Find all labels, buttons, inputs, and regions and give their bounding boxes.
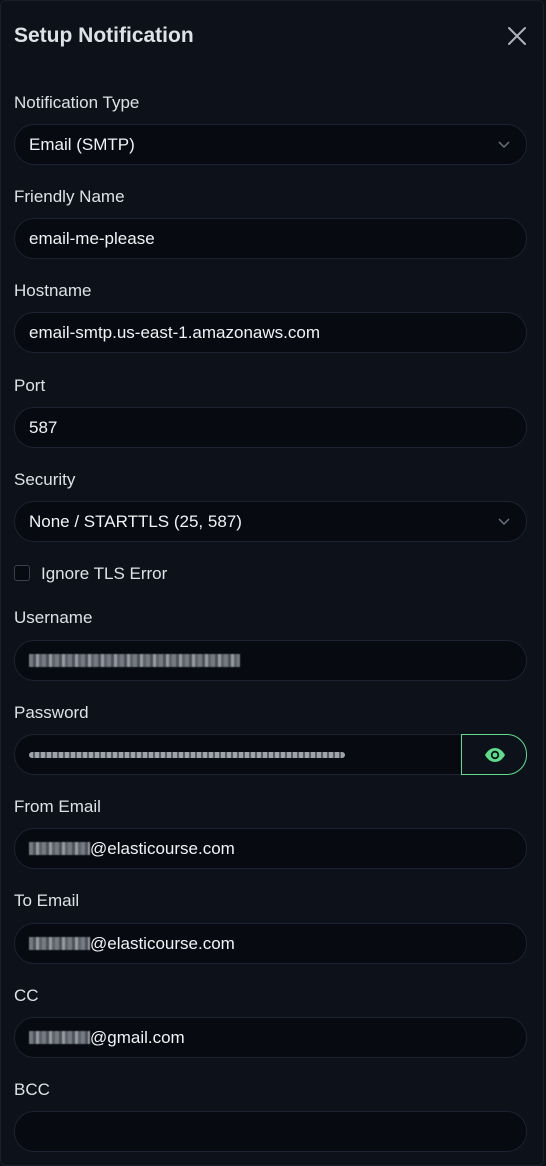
hostname-label: Hostname: [14, 281, 92, 300]
chevron-down-icon: [498, 141, 510, 149]
dialog-title: Setup Notification: [14, 24, 194, 47]
to-email-label: To Email: [14, 891, 80, 910]
cc-label: CC: [14, 986, 39, 1005]
chevron-down-icon: [498, 518, 510, 526]
username-label: Username: [14, 608, 93, 627]
hostname-input[interactable]: email-smtp.us-east-1.amazonaws.com: [14, 312, 527, 353]
password-label: Password: [14, 703, 89, 722]
friendly-name-input[interactable]: email-me-please: [14, 218, 527, 259]
notification-type-label: Notification Type: [14, 93, 140, 112]
show-password-button[interactable]: [461, 734, 527, 775]
bcc-label: BCC: [14, 1080, 50, 1099]
friendly-name-value: email-me-please: [29, 229, 155, 248]
ignore-tls-checkbox[interactable]: [14, 565, 30, 581]
hostname-value: email-smtp.us-east-1.amazonaws.com: [29, 323, 320, 342]
to-email-domain: @elasticourse.com: [90, 934, 235, 953]
eye-icon: [485, 748, 505, 762]
port-input[interactable]: 587: [14, 407, 527, 448]
from-email-label: From Email: [14, 797, 101, 816]
to-email-input[interactable]: @elasticourse.com: [14, 923, 527, 964]
port-label: Port: [14, 376, 46, 395]
close-icon[interactable]: [506, 25, 528, 47]
redacted-email-local-part: [29, 936, 90, 950]
security-value: None / STARTTLS (25, 587): [29, 512, 242, 531]
notification-type-select[interactable]: Email (SMTP): [14, 124, 527, 165]
security-label: Security: [14, 470, 76, 489]
password-input[interactable]: [14, 734, 462, 775]
security-select[interactable]: None / STARTTLS (25, 587): [14, 501, 527, 542]
cc-domain: @gmail.com: [90, 1028, 185, 1047]
notification-type-value: Email (SMTP): [29, 135, 135, 154]
redacted-email-local-part: [29, 841, 90, 855]
setup-notification-dialog: Setup Notification Notification Type Ema…: [0, 0, 544, 1166]
redacted-username: [29, 653, 240, 667]
bcc-input[interactable]: [14, 1111, 527, 1152]
friendly-name-label: Friendly Name: [14, 187, 125, 206]
cc-input[interactable]: @gmail.com: [14, 1017, 527, 1058]
password-masked-value: [29, 751, 345, 758]
from-email-domain: @elasticourse.com: [90, 839, 235, 858]
port-value: 587: [29, 418, 58, 437]
from-email-input[interactable]: @elasticourse.com: [14, 828, 527, 869]
username-input[interactable]: [14, 640, 527, 681]
ignore-tls-label: Ignore TLS Error: [41, 564, 168, 583]
redacted-email-local-part: [29, 1030, 90, 1044]
